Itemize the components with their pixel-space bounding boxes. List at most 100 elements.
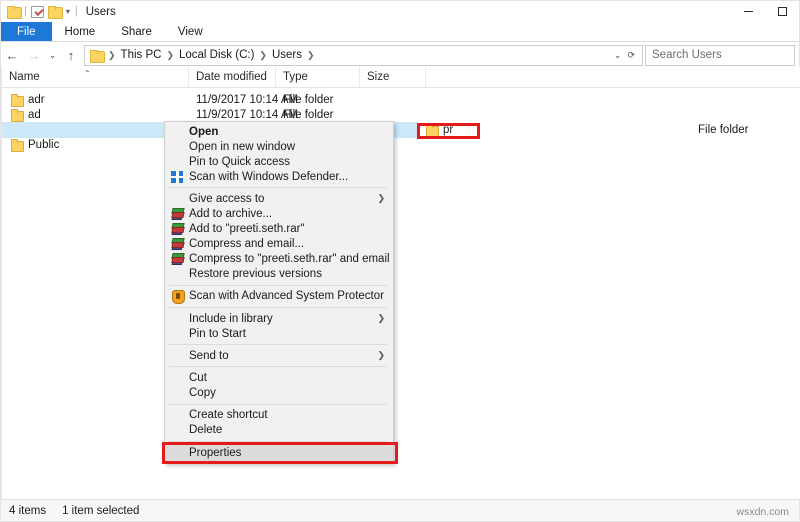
no-icon <box>169 267 186 281</box>
menu-item-include-in-library[interactable]: Include in library ❯ <box>165 311 393 326</box>
menu-item-open[interactable]: Open <box>165 124 393 139</box>
menu-item-compress-and-email[interactable]: Compress and email... <box>165 237 393 252</box>
menu-item-copy[interactable]: Copy <box>165 385 393 400</box>
menu-separator <box>169 307 387 309</box>
column-header-date-modified[interactable]: Date modified <box>189 66 276 88</box>
column-header-label: Name <box>9 71 40 83</box>
properties-icon[interactable] <box>30 5 44 18</box>
file-explorer-window: | ▾ | Users File Home Share View ← → ⌄ ↑… <box>0 0 800 522</box>
file-type-cell: File folder <box>283 93 334 106</box>
file-name-label: ad <box>28 108 41 121</box>
breadcrumb-separator-3[interactable]: ❯ <box>304 50 318 61</box>
breadcrumb-item-this-pc[interactable]: This PC <box>119 49 164 61</box>
status-bar: 4 items 1 item selected <box>1 499 799 521</box>
menu-item-label: Add to archive... <box>189 208 273 221</box>
menu-item-label: Cut <box>189 371 207 384</box>
up-arrow-icon[interactable]: ↑ <box>60 44 82 66</box>
tab-file[interactable]: File <box>1 22 52 41</box>
advanced-system-protector-icon <box>169 289 186 305</box>
menu-item-label: Scan with Windows Defender... <box>189 170 349 183</box>
breadcrumb[interactable]: ❯ This PC ❯ Local Disk (C:) ❯ Users ❯ ⌄ … <box>84 44 643 66</box>
title-bar: | ▾ | Users <box>1 1 799 22</box>
maximize-button[interactable] <box>765 1 799 22</box>
chevron-down-icon[interactable]: ▾ <box>65 7 71 16</box>
menu-item-add-to-archive[interactable]: Add to archive... <box>165 206 393 221</box>
breadcrumb-item-users[interactable]: Users <box>270 49 304 61</box>
menu-item-scan-with-advanced-system-protector[interactable]: Scan with Advanced System Protector <box>165 289 393 305</box>
windows-defender-icon <box>169 170 186 184</box>
menu-item-open-in-new-window[interactable]: Open in new window <box>165 139 393 154</box>
menu-item-delete[interactable]: Delete <box>165 423 393 438</box>
no-icon <box>169 371 186 385</box>
chevron-right-icon: ❯ <box>377 350 385 361</box>
forward-arrow-icon[interactable]: → <box>23 44 45 66</box>
new-folder-icon[interactable] <box>47 6 63 19</box>
qat-divider-2: | <box>74 5 78 17</box>
menu-separator <box>169 440 387 442</box>
menu-separator <box>169 344 387 346</box>
file-name-cell: ad <box>2 108 189 122</box>
file-list-pane: Name ⌃ Date modified Type Size adr 11/9/… <box>2 66 800 499</box>
folder-icon <box>424 123 440 137</box>
table-row[interactable]: Public File folder <box>2 138 800 153</box>
sort-ascending-icon: ⌃ <box>84 68 91 78</box>
window-controls <box>731 1 799 22</box>
column-header-name[interactable]: Name ⌃ <box>2 66 189 88</box>
recent-locations-chevron-down-icon[interactable]: ⌄ <box>45 44 60 66</box>
no-icon <box>169 386 186 400</box>
file-type-cell: File folder <box>698 123 749 136</box>
menu-item-properties[interactable]: Properties <box>162 441 398 464</box>
minimize-button[interactable] <box>731 1 765 22</box>
menu-item-label: Pin to Quick access <box>189 155 290 168</box>
menu-item-restore-previous-versions[interactable]: Restore previous versions <box>165 267 393 282</box>
breadcrumb-item-local-disk[interactable]: Local Disk (C:) <box>177 49 256 61</box>
folder-icon <box>9 108 25 122</box>
menu-item-label: Scan with Advanced System Protector <box>189 290 384 303</box>
tab-home[interactable]: Home <box>52 22 109 41</box>
column-header-filler <box>426 67 800 88</box>
file-type-cell: File folder <box>283 108 334 121</box>
menu-item-add-to-rar[interactable]: Add to "preeti.seth.rar" <box>165 222 393 237</box>
menu-item-give-access-to[interactable]: Give access to ❯ <box>165 191 393 206</box>
chevron-right-icon: ❯ <box>377 313 385 324</box>
menu-item-cut[interactable]: Cut <box>165 370 393 385</box>
column-header-type[interactable]: Type <box>276 66 360 88</box>
no-icon <box>169 349 186 363</box>
menu-item-create-shortcut[interactable]: Create shortcut <box>165 408 393 423</box>
file-name-cell: pr <box>417 122 604 139</box>
breadcrumb-separator-1[interactable]: ❯ <box>163 50 177 61</box>
file-date-cell: 11/9/2017 10:14 AM <box>196 108 299 121</box>
menu-item-pin-to-start[interactable]: Pin to Start <box>165 326 393 341</box>
menu-item-compress-to-rar-and-email[interactable]: Compress to "preeti.seth.rar" and email <box>165 252 393 267</box>
address-dropdown-chevron-down-icon[interactable]: ⌄ <box>614 50 622 61</box>
menu-item-label: Copy <box>189 386 216 399</box>
breadcrumb-separator-2[interactable]: ❯ <box>256 50 270 61</box>
menu-separator <box>169 284 387 286</box>
menu-item-label: Give access to <box>189 192 265 205</box>
refresh-icon[interactable]: ⟳ <box>627 50 635 61</box>
menu-item-pin-to-quick-access[interactable]: Pin to Quick access <box>165 154 393 169</box>
quick-access-toolbar: | ▾ | Users <box>1 5 116 19</box>
menu-item-scan-with-windows-defender[interactable]: Scan with Windows Defender... <box>165 169 393 184</box>
no-icon <box>169 446 186 460</box>
tab-view[interactable]: View <box>165 22 216 41</box>
no-icon <box>169 312 186 326</box>
tab-share[interactable]: Share <box>108 22 165 41</box>
main-area: OS X 10.12 tiny OneDrive This PC 3D Obje… <box>1 66 800 499</box>
winrar-icon <box>169 252 186 266</box>
menu-item-label: Compress to "preeti.seth.rar" and email <box>189 253 390 266</box>
status-item-count: 4 items <box>9 504 47 517</box>
winrar-icon <box>169 237 186 251</box>
search-input[interactable]: Search Users <box>645 44 795 66</box>
table-row-selected[interactable]: pr File folder <box>2 122 800 139</box>
chevron-right-icon: ❯ <box>377 193 385 204</box>
column-header-size[interactable]: Size <box>360 66 426 88</box>
table-row[interactable]: adr 11/9/2017 10:14 AM File folder <box>2 92 800 107</box>
file-date-cell: 11/9/2017 10:14 AM <box>196 93 299 106</box>
window-title: Users <box>85 5 116 18</box>
file-name-cell: adr <box>2 93 189 107</box>
back-arrow-icon[interactable]: ← <box>1 44 23 66</box>
menu-item-send-to[interactable]: Send to ❯ <box>165 348 393 363</box>
context-menu: Open Open in new window Pin to Quick acc… <box>162 121 398 464</box>
table-row[interactable]: ad 11/9/2017 10:14 AM File folder <box>2 107 800 122</box>
